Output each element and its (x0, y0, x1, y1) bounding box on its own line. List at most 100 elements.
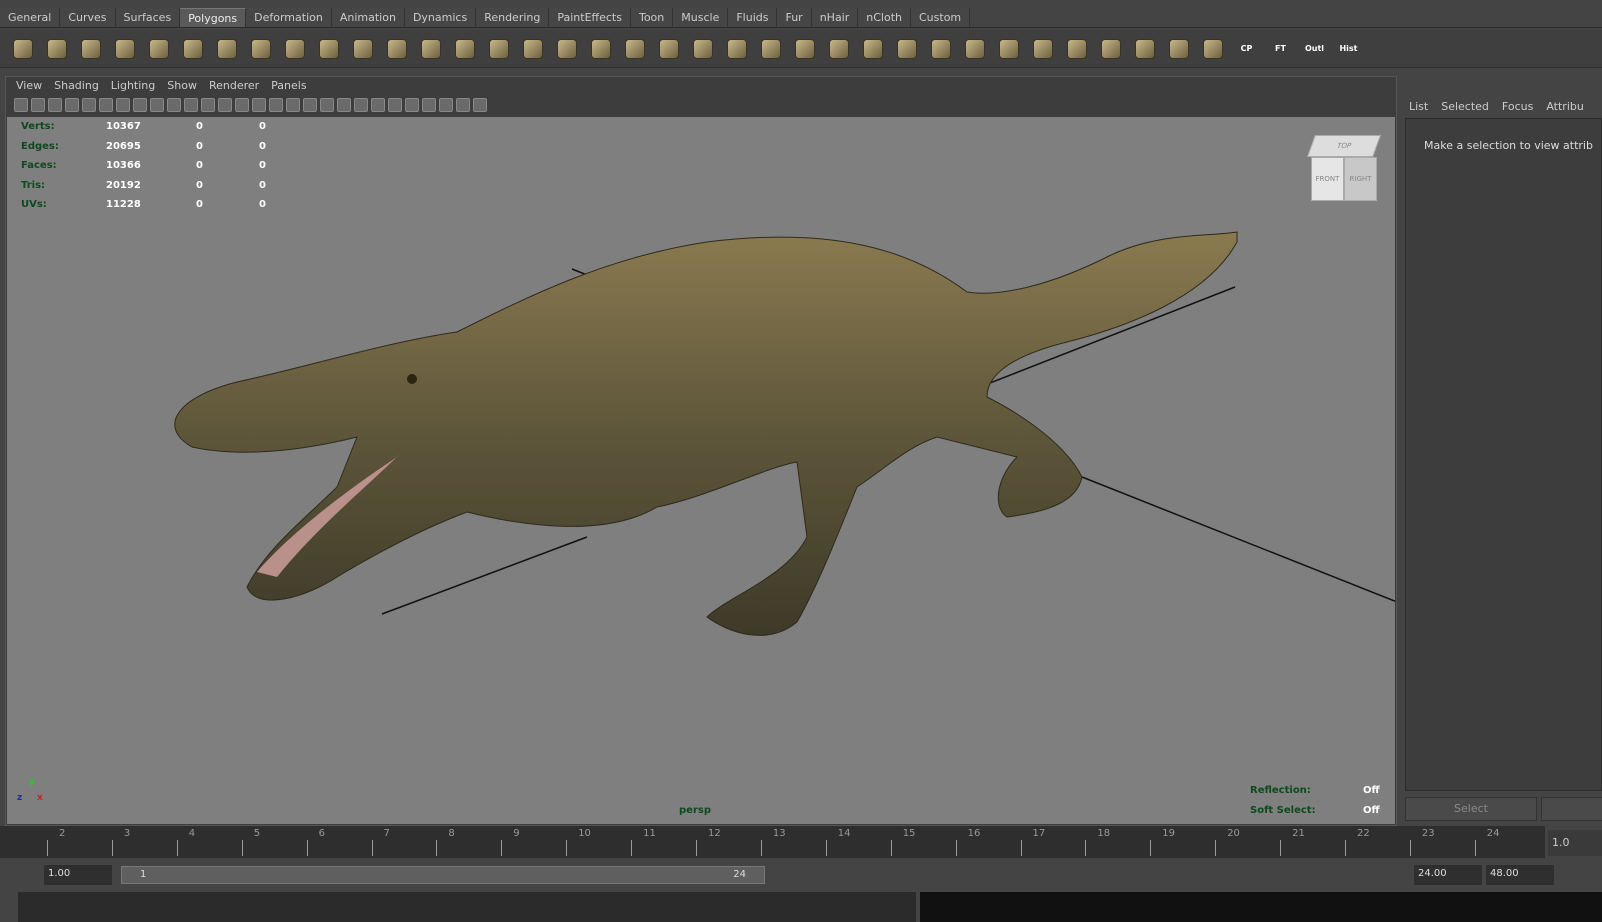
tab-surfaces[interactable]: Surfaces (115, 8, 181, 27)
attr-tab-attribu[interactable]: Attribu (1546, 100, 1584, 113)
attr-tab-list[interactable]: List (1409, 100, 1428, 113)
shelf-tool-icon[interactable] (450, 34, 479, 63)
viewport-tool-icon[interactable] (116, 98, 130, 112)
shelf-tool-icon[interactable] (756, 34, 785, 63)
tab-custom[interactable]: Custom (911, 8, 971, 27)
tab-nhair[interactable]: nHair (811, 8, 859, 27)
shelf-tool-icon[interactable] (1096, 34, 1125, 63)
shelf-tool-icon[interactable] (688, 34, 717, 63)
viewport-tool-icon[interactable] (473, 98, 487, 112)
shelf-tool-icon[interactable] (416, 34, 445, 63)
tab-deformation[interactable]: Deformation (246, 8, 332, 27)
attr-tab-selected[interactable]: Selected (1441, 100, 1489, 113)
range-start-handle[interactable]: 1 (140, 869, 146, 880)
viewport-tool-icon[interactable] (31, 98, 45, 112)
viewport-tool-icon[interactable] (167, 98, 181, 112)
shelf-tool-icon[interactable] (8, 34, 37, 63)
viewport-tool-icon[interactable] (371, 98, 385, 112)
viewport-tool-icon[interactable] (439, 98, 453, 112)
start-time-field[interactable]: 1.00 (44, 865, 112, 885)
viewport-tool-icon[interactable] (14, 98, 28, 112)
shelf-tool-icon[interactable] (722, 34, 751, 63)
tab-painteffects[interactable]: PaintEffects (549, 8, 631, 27)
viewport-tool-icon[interactable] (422, 98, 436, 112)
viewport-tool-icon[interactable] (388, 98, 402, 112)
viewport-tool-icon[interactable] (269, 98, 283, 112)
shelf-tool-icon[interactable] (790, 34, 819, 63)
anim-end-field[interactable]: 48.00 (1486, 865, 1554, 885)
shelf-tool-icon[interactable] (1198, 34, 1227, 63)
shelf-ft-button[interactable]: FT (1266, 34, 1295, 63)
shelf-tool-icon[interactable] (892, 34, 921, 63)
tab-ncloth[interactable]: nCloth (858, 8, 911, 27)
viewport-tool-icon[interactable] (201, 98, 215, 112)
shelf-cp-button[interactable]: CP (1232, 34, 1261, 63)
tab-dynamics[interactable]: Dynamics (404, 8, 477, 27)
viewport-tool-icon[interactable] (303, 98, 317, 112)
viewport-tool-icon[interactable] (286, 98, 300, 112)
viewport-tool-icon[interactable] (65, 98, 79, 112)
shelf-tool-icon[interactable] (314, 34, 343, 63)
tab-polygons[interactable]: Polygons (180, 8, 247, 27)
shelf-tool-icon[interactable] (1062, 34, 1091, 63)
load-attributes-button[interactable] (1541, 797, 1602, 821)
tab-muscle[interactable]: Muscle (673, 8, 729, 27)
viewport-tool-icon[interactable] (235, 98, 249, 112)
viewport-tool-icon[interactable] (252, 98, 266, 112)
shelf-tool-icon[interactable] (1164, 34, 1193, 63)
shelf-tool-icon[interactable] (76, 34, 105, 63)
shelf-tool-icon[interactable] (144, 34, 173, 63)
tab-fur[interactable]: Fur (777, 8, 812, 27)
viewport-tool-icon[interactable] (133, 98, 147, 112)
shelf-tool-icon[interactable] (654, 34, 683, 63)
shelf-tool-icon[interactable] (824, 34, 853, 63)
shelf-tool-icon[interactable] (1130, 34, 1159, 63)
select-button[interactable]: Select (1405, 797, 1537, 821)
shelf-tool-icon[interactable] (1028, 34, 1057, 63)
shelf-tool-icon[interactable] (246, 34, 275, 63)
shelf-tool-icon[interactable] (994, 34, 1023, 63)
shelf-tool-icon[interactable] (382, 34, 411, 63)
view-cube-top[interactable]: TOP (1306, 135, 1382, 157)
tab-animation[interactable]: Animation (331, 8, 405, 27)
shelf-tool-icon[interactable] (552, 34, 581, 63)
viewport-tool-icon[interactable] (82, 98, 96, 112)
end-time-field[interactable]: 24.00 (1414, 865, 1482, 885)
shelf-tool-icon[interactable] (484, 34, 513, 63)
tab-toon[interactable]: Toon (630, 8, 674, 27)
viewport-menu-lighting[interactable]: Lighting (111, 79, 155, 93)
view-cube-right[interactable]: RIGHT (1344, 157, 1377, 201)
viewport-tool-icon[interactable] (218, 98, 232, 112)
range-slider[interactable]: 1 24 (121, 866, 765, 884)
shelf-tool-icon[interactable] (178, 34, 207, 63)
shelf-tool-icon[interactable] (926, 34, 955, 63)
viewport-tool-icon[interactable] (456, 98, 470, 112)
shelf-tool-icon[interactable] (212, 34, 241, 63)
shelf-tool-icon[interactable] (586, 34, 615, 63)
shelf-tool-icon[interactable] (110, 34, 139, 63)
shelf-tool-icon[interactable] (518, 34, 547, 63)
attr-tab-focus[interactable]: Focus (1502, 100, 1533, 113)
tab-general[interactable]: General (0, 8, 61, 27)
crocodile-body[interactable] (174, 231, 1238, 636)
viewport-tool-icon[interactable] (405, 98, 419, 112)
shelf-tool-icon[interactable] (858, 34, 887, 63)
perspective-viewport[interactable]: Verts: 10367 0 0 Edges: 20695 0 0 Faces: 10366 0 0 T… (7, 117, 1395, 824)
view-cube-front[interactable]: FRONT (1311, 157, 1344, 201)
view-cube[interactable]: TOP FRONT RIGHT (1306, 135, 1382, 205)
current-frame-field[interactable]: 1.0 (1548, 830, 1602, 856)
tab-fluids[interactable]: Fluids (728, 8, 778, 27)
viewport-menu-view[interactable]: View (16, 79, 42, 93)
viewport-menu-renderer[interactable]: Renderer (209, 79, 259, 93)
crocodile-model[interactable] (7, 117, 1395, 824)
shelf-tool-icon[interactable] (620, 34, 649, 63)
tab-curves[interactable]: Curves (60, 8, 116, 27)
shelf-tool-icon[interactable] (280, 34, 309, 63)
viewport-tool-icon[interactable] (99, 98, 113, 112)
viewport-menu-panels[interactable]: Panels (271, 79, 306, 93)
time-slider[interactable]: 2 3 4 5 6 7 8 9 10 11 12 13 14 15 16 17 18 19 20 21 22 23 24 (0, 826, 1545, 858)
viewport-menu-shading[interactable]: Shading (54, 79, 99, 93)
viewport-tool-icon[interactable] (150, 98, 164, 112)
viewport-menu-show[interactable]: Show (167, 79, 197, 93)
shelf-tool-icon[interactable] (42, 34, 71, 63)
